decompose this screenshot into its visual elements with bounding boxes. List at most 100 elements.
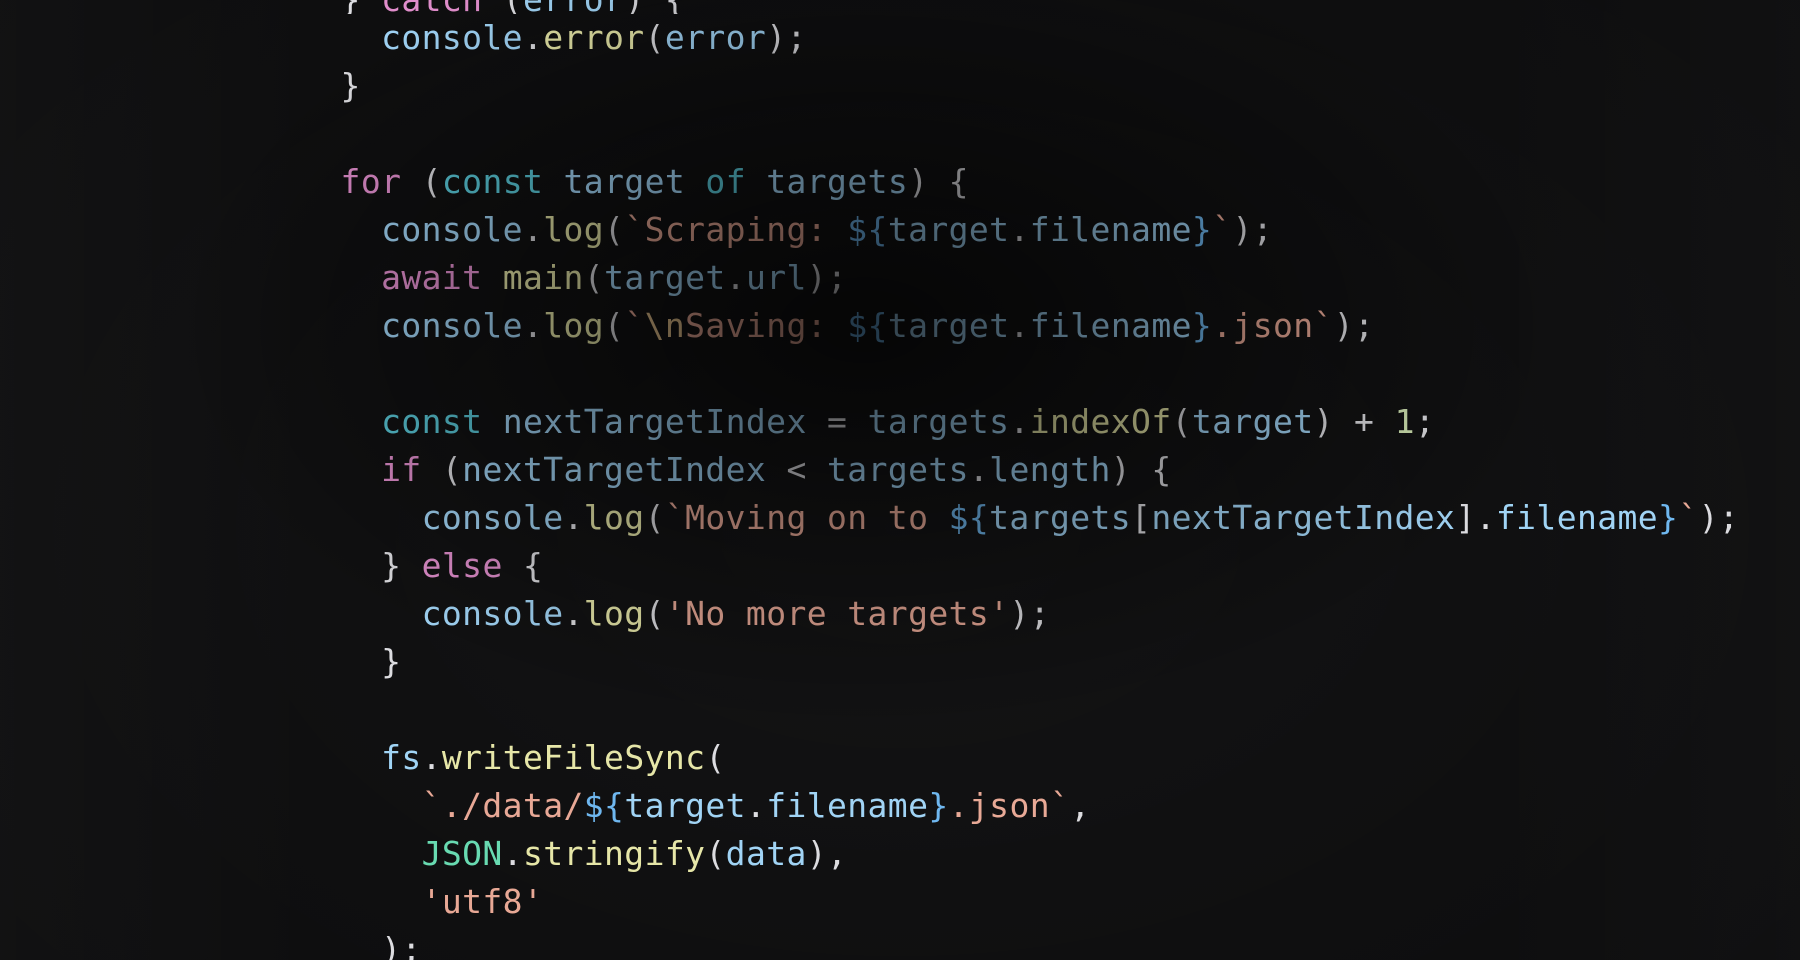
code-token: ( — [644, 18, 665, 57]
code-token: target — [604, 258, 726, 297]
code-token: ( — [644, 498, 665, 537]
code-line[interactable]: for (const target of targets) { — [0, 158, 1800, 206]
code-token: } — [341, 0, 361, 14]
code-token: error — [543, 18, 645, 57]
code-editor-viewport[interactable]: } catch (error) { console.error(error); … — [0, 0, 1800, 960]
code-line[interactable]: console.log(`Scraping: ${target.filename… — [0, 206, 1800, 254]
code-token: [ — [1131, 498, 1152, 537]
code-token: ${ — [847, 306, 888, 345]
code-token: console — [381, 306, 523, 345]
code-token: const — [441, 162, 544, 201]
code-line[interactable]: } — [0, 62, 1800, 110]
code-token: . — [502, 834, 523, 873]
code-token: ) { — [908, 162, 969, 201]
code-token: ); — [1333, 306, 1375, 345]
code-token: writeFileSync — [441, 738, 706, 777]
code-token: ; — [1414, 402, 1436, 441]
code-line[interactable]: `./data/${target.filename}.json`, — [0, 782, 1800, 830]
code-line[interactable]: JSON.stringify(data), — [0, 830, 1800, 878]
code-token: indexOf — [1029, 402, 1172, 441]
code-token: for — [340, 162, 402, 201]
code-token: ( — [604, 210, 625, 249]
code-line[interactable]: await main(target.url); — [0, 254, 1800, 302]
code-token: ( — [583, 258, 605, 297]
code-token: 'No more targets' — [664, 594, 1010, 633]
code-token: . — [725, 258, 746, 297]
code-token: . — [1009, 210, 1030, 249]
code-token: ) { — [624, 0, 685, 14]
code-line[interactable] — [0, 686, 1800, 734]
code-token: nextTargetIndex — [462, 450, 767, 489]
code-line[interactable] — [0, 350, 1800, 398]
code-token: ); — [1009, 594, 1050, 633]
code-token: console — [421, 594, 564, 633]
code-token: stringify — [522, 834, 706, 873]
code-token: ( — [604, 306, 625, 345]
code-token: } — [340, 66, 361, 105]
code-token: \n — [644, 306, 686, 345]
code-token: Saving: — [685, 306, 848, 345]
code-token: . — [563, 594, 584, 633]
code-token: filename — [1495, 498, 1659, 537]
code-token: . — [563, 498, 584, 537]
code-token: url — [745, 258, 807, 297]
code-line[interactable]: console.error(error); — [0, 14, 1800, 62]
code-token: console — [421, 498, 564, 537]
code-token: ); — [1232, 210, 1273, 249]
code-line[interactable]: console.log(`Moving on to ${targets[next… — [0, 494, 1800, 542]
code-line[interactable]: fs.writeFileSync( — [0, 734, 1800, 782]
code-token: ( — [421, 450, 463, 489]
code-token: ); — [766, 18, 807, 57]
code-line[interactable]: const nextTargetIndex = targets.indexOf(… — [0, 398, 1800, 446]
code-token: . — [522, 18, 544, 57]
code-token: . — [1009, 306, 1030, 345]
code-token: const — [381, 402, 483, 441]
code-token: ${ — [948, 498, 990, 537]
code-token: if — [381, 450, 422, 489]
code-line[interactable]: } else { — [0, 542, 1800, 590]
code-line[interactable]: console.log('No more targets'); — [0, 590, 1800, 638]
code-content[interactable]: } catch (error) { console.error(error); … — [0, 0, 1800, 960]
code-token: filename — [1029, 306, 1192, 345]
code-line[interactable]: ); — [0, 926, 1800, 960]
code-token: .json` — [948, 786, 1071, 825]
code-line[interactable]: } — [0, 638, 1800, 686]
code-token: JSON — [421, 834, 503, 873]
code-token: length — [989, 450, 1111, 489]
code-line[interactable]: 'utf8' — [0, 878, 1800, 926]
code-token: } — [1191, 210, 1213, 249]
code-line[interactable]: } catch (error) { — [0, 0, 1800, 14]
code-token: ), — [806, 834, 848, 873]
code-line[interactable]: if (nextTargetIndex < targets.length) { — [0, 446, 1800, 494]
code-token: ( — [401, 162, 442, 201]
code-token: . — [522, 306, 544, 345]
code-token: main — [502, 258, 584, 297]
code-token: ( — [482, 0, 523, 14]
code-token: . — [421, 738, 442, 777]
code-token: ) — [1313, 402, 1355, 441]
code-token: ` — [1678, 498, 1699, 537]
code-token: ${ — [847, 210, 888, 249]
code-line[interactable] — [0, 110, 1800, 158]
code-token: . — [1009, 402, 1030, 441]
code-line[interactable]: console.log(`\nSaving: ${target.filename… — [0, 302, 1800, 350]
